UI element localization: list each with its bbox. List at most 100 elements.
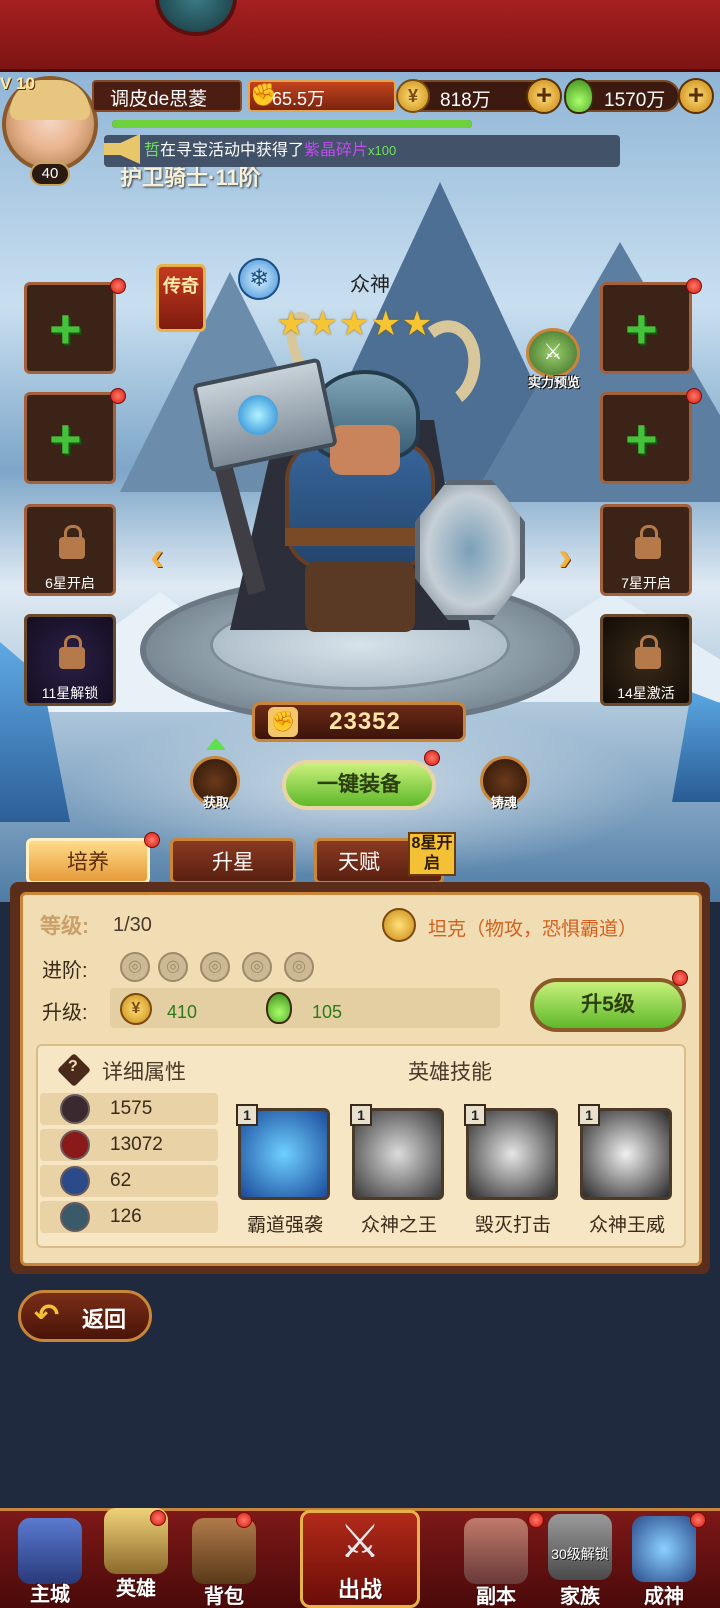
nav-clan-label[interactable]: 家族: [540, 1580, 620, 1608]
advance-label: 进阶:: [42, 960, 88, 982]
red-dot-badge: [236, 1512, 252, 1528]
defense-value: 62: [110, 1170, 132, 1191]
backpack-icon[interactable]: [192, 1518, 256, 1584]
notice-count: x100: [368, 143, 397, 158]
add-potion-button[interactable]: +: [678, 78, 714, 114]
equip-slot-right-3[interactable]: 7星开启: [600, 504, 692, 596]
top-banner: [0, 0, 720, 72]
add-gold-button[interactable]: +: [526, 78, 562, 114]
snowflake-icon: ❄: [238, 258, 280, 300]
equip-slot-right-1[interactable]: +: [600, 282, 692, 374]
slot-label: 11星解锁: [41, 685, 99, 701]
up-arrow-icon: [206, 738, 226, 750]
hero-face: [330, 425, 400, 475]
equip-slot-left-4[interactable]: 11星解锁: [24, 614, 116, 706]
potion-icon: [266, 992, 292, 1024]
skill-level-badge: 1: [350, 1104, 372, 1126]
plus-icon: +: [49, 407, 82, 470]
equip-slot-right-2[interactable]: +: [600, 392, 692, 484]
crossed-swords-icon[interactable]: ⚔: [330, 1514, 390, 1568]
question-icon[interactable]: ?: [68, 1058, 82, 1076]
defense-shield-icon: [60, 1166, 90, 1196]
upgrade-5-levels-button[interactable]: 升5级: [530, 978, 686, 1032]
advance-slot-icon[interactable]: ◎: [158, 952, 188, 982]
castle-icon[interactable]: [18, 1518, 82, 1584]
equip-all-button[interactable]: 一键装备: [282, 760, 436, 810]
potion-icon: [564, 78, 594, 114]
tower-target-icon[interactable]: [464, 1518, 528, 1584]
advance-slot-icon[interactable]: ◎: [200, 952, 230, 982]
prev-hero-arrow-icon[interactable]: ‹: [142, 536, 172, 578]
notice-item: 紫晶碎片: [304, 142, 369, 159]
clan-lock-text: 30级解锁: [551, 1546, 609, 1562]
advance-slot-icon[interactable]: ◎: [242, 952, 272, 982]
heart-icon: [60, 1130, 90, 1160]
player-level-badge: 40: [30, 162, 70, 186]
equip-slot-left-2[interactable]: +: [24, 392, 116, 484]
player-power: 65.5万: [272, 89, 326, 109]
advance-slot-icon[interactable]: ◎: [284, 952, 314, 982]
hp-value: 13072: [110, 1134, 163, 1155]
lock-icon: [635, 635, 661, 669]
skill-name: 霸道强袭: [246, 1215, 323, 1236]
slot-label: 14星激活: [617, 685, 675, 701]
talent-lock-tag: 8星开启: [408, 832, 456, 876]
red-dot-badge: [672, 970, 688, 986]
back-arrow-icon[interactable]: ↶: [34, 1298, 59, 1333]
gold-amount: 818万: [440, 90, 491, 111]
gold-coin-icon: ¥: [396, 79, 430, 113]
potion-amount: 1570万: [604, 90, 666, 111]
nav-godhood-label[interactable]: 成神: [624, 1580, 704, 1608]
lock-icon: [59, 635, 85, 669]
nav-bag-label[interactable]: 背包: [184, 1580, 264, 1608]
vip-level: V 10: [0, 74, 35, 93]
upgrade-label: 升级:: [42, 1002, 88, 1024]
lock-icon: [635, 525, 661, 559]
hero-power-value: 23352: [329, 708, 401, 735]
gold-coin-icon: ¥: [120, 993, 152, 1025]
shield-role-icon: [382, 908, 416, 942]
sword-icon: [60, 1094, 90, 1124]
level-label: 等级:: [40, 915, 89, 938]
next-hero-arrow-icon[interactable]: ›: [550, 536, 580, 578]
equip-slot-left-3[interactable]: 6星开启: [24, 504, 116, 596]
hero-stars: ★★★★★: [276, 305, 434, 343]
nav-heroes-label[interactable]: 英雄: [96, 1572, 176, 1601]
red-dot-badge: [424, 750, 440, 766]
nav-dungeon-label[interactable]: 副本: [456, 1580, 536, 1608]
obtain-label[interactable]: 获取: [186, 792, 246, 811]
hammer-gem: [238, 395, 278, 435]
slot-label: 6星开启: [45, 575, 95, 591]
magic-defense-icon: [60, 1202, 90, 1232]
red-dot-badge: [686, 388, 702, 404]
scrolling-notice: 哲在寻宝活动中获得了紫晶碎片x100: [104, 135, 620, 167]
hero-shield: [415, 480, 525, 620]
tab-train[interactable]: 培养: [26, 838, 150, 884]
hero-name: 众神: [350, 274, 390, 296]
nav-battle-label[interactable]: 出战: [320, 1572, 400, 1604]
level-value: 1/30: [113, 914, 152, 936]
plus-icon: +: [625, 407, 658, 470]
equip-slot-right-4[interactable]: 14星激活: [600, 614, 692, 706]
hero-model[interactable]: [190, 300, 530, 670]
power-preview-label[interactable]: 实力预览: [516, 372, 592, 391]
skill-level-badge: 1: [578, 1104, 600, 1126]
tab-star-up[interactable]: 升星: [170, 838, 296, 884]
attack-value: 1575: [110, 1098, 153, 1119]
skill-level-badge: 1: [464, 1104, 486, 1126]
skill-name: 众神之王: [360, 1215, 437, 1236]
advance-slot-icon[interactable]: ◎: [120, 952, 150, 982]
upgrade-potion-cost: 105: [312, 1002, 343, 1022]
red-dot-badge: [144, 832, 160, 848]
power-preview-icon[interactable]: ⚔: [526, 328, 580, 378]
back-label[interactable]: 返回: [82, 1302, 126, 1334]
plus-icon: +: [625, 297, 658, 360]
red-dot-badge: [690, 1512, 706, 1528]
nav-main-city-label[interactable]: 主城: [10, 1578, 90, 1607]
portal-icon[interactable]: [632, 1516, 696, 1582]
upgrade-gold-cost: 410: [167, 1002, 198, 1022]
slot-label: 7星开启: [621, 575, 671, 591]
equip-slot-left-1[interactable]: +: [24, 282, 116, 374]
forge-soul-label[interactable]: 铸魂: [474, 792, 534, 811]
attributes-title[interactable]: 详细属性: [102, 1056, 186, 1086]
